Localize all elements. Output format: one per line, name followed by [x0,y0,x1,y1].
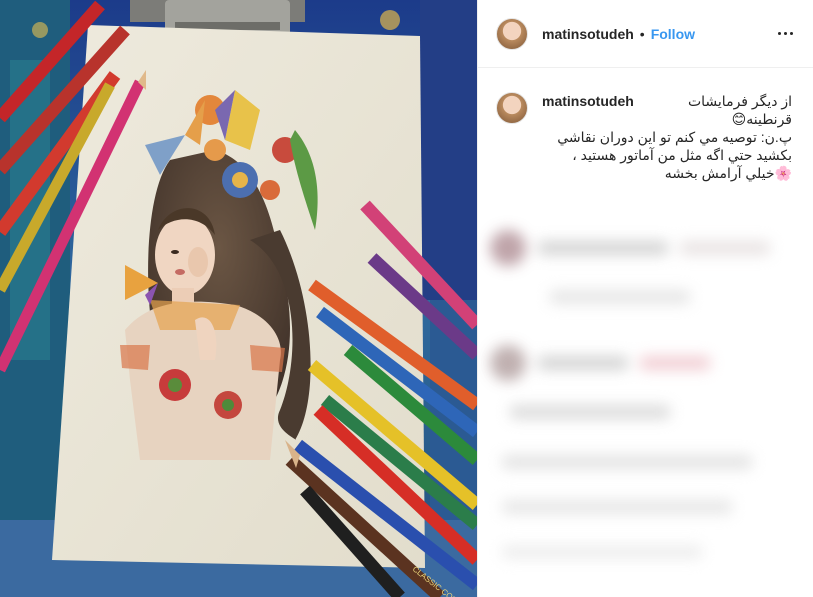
more-options-icon[interactable] [773,22,797,46]
caption-line-5: 🌸خيلي آرامش بخشه [664,165,792,181]
header-username[interactable]: matinsotudeh [542,26,634,42]
comment-row [490,345,710,381]
caption-avatar[interactable] [496,92,528,124]
caption-first-line: matinsotudeh از دیگر فرمایشات [542,92,792,110]
header-separator: • [639,25,645,42]
caption-line-2: قرنطینه😊 [731,111,792,127]
comment-row [490,230,770,266]
post-header: matinsotudeh • Follow [478,0,813,68]
post-caption: matinsotudeh از دیگر فرمایشات قرنطینه😊 پ… [478,68,813,182]
comment-row [490,545,702,559]
post-sidebar: matinsotudeh • Follow matinsotudeh از دی… [477,0,813,597]
instagram-post: CLASSIC COLOUR matinsotudeh • Follow mat… [0,0,813,597]
caption-line-3: پ.ن: توصیه مي کنم تو این دوران نقاشي [557,129,792,145]
comment-row [490,500,732,514]
comment-row [498,405,670,419]
comment-row [490,455,752,469]
drawing-photo: CLASSIC COLOUR [0,0,477,597]
comment-row [538,290,690,304]
caption-line-1: از دیگر فرمایشات [687,93,792,109]
follow-button[interactable]: Follow [651,26,695,42]
blurred-comments [478,200,813,597]
post-image[interactable]: CLASSIC COLOUR [0,0,477,597]
caption-line-4: بکشید حتي اگه مثل من آماتور هستید ، [572,147,792,163]
caption-text: matinsotudeh از دیگر فرمایشات قرنطینه😊 پ… [542,92,792,182]
avatar[interactable] [496,17,528,50]
caption-username[interactable]: matinsotudeh [542,92,634,110]
